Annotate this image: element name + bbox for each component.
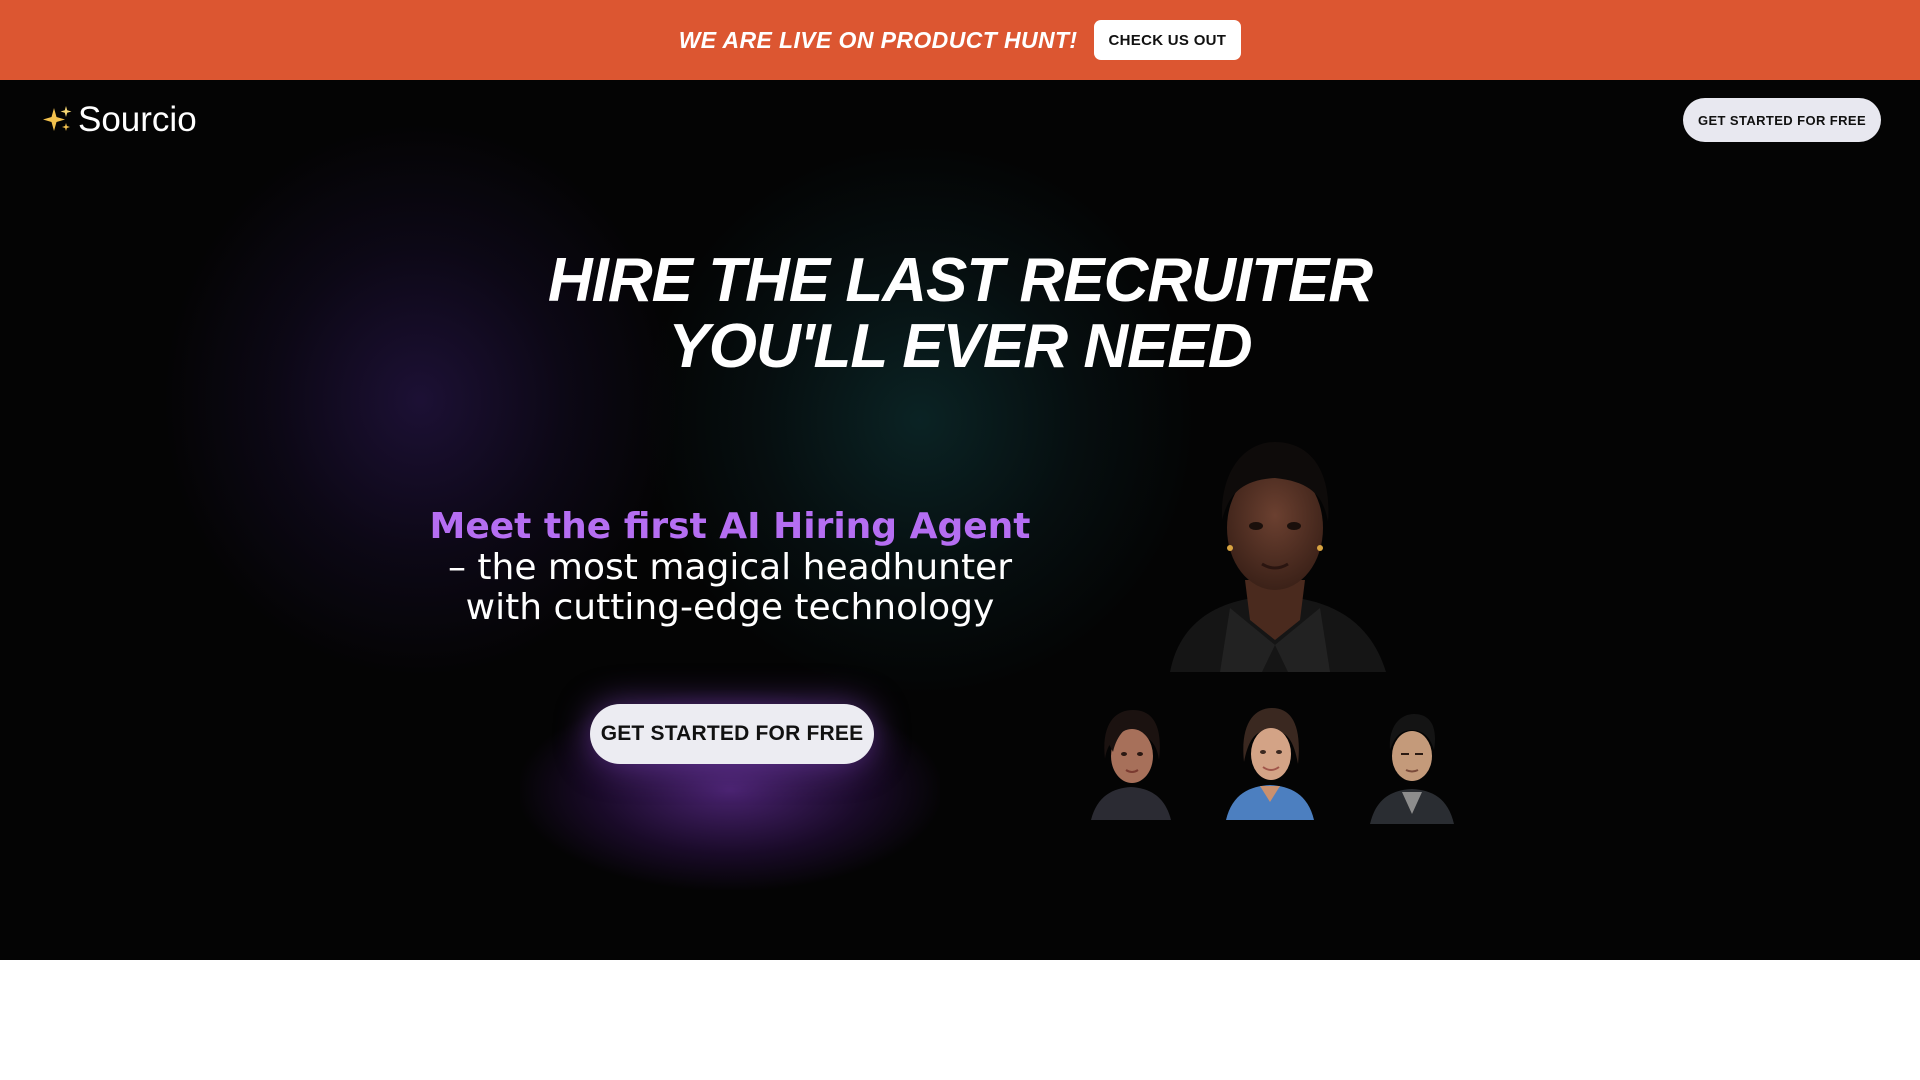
subheadline-accent: Meet the first AI Hiring Agent <box>429 506 1031 547</box>
avatar-man-dark-jacket <box>1370 714 1454 824</box>
headline-line-2: YOU'LL EVER NEED <box>668 312 1252 381</box>
subheadline-line-2: with cutting-edge technology <box>465 587 995 628</box>
logo[interactable]: Sourcio <box>42 100 197 140</box>
logo-text: Sourcio <box>78 100 197 139</box>
sparkles-icon <box>43 106 72 131</box>
top-navigation: Sourcio GET STARTED FOR FREE <box>0 80 1920 160</box>
hero-get-started-button[interactable]: GET STARTED FOR FREE <box>590 704 874 764</box>
announcement-text: WE ARE LIVE ON PRODUCT HUNT! <box>678 26 1078 53</box>
avatar-woman-black-blazer <box>1170 442 1386 672</box>
check-us-out-button[interactable]: CHECK US OUT <box>1093 20 1242 60</box>
hero-subheadline: Meet the first AI Hiring Agent – the mos… <box>380 506 1080 628</box>
subheadline-line-1: – the most magical headhunter <box>447 547 1013 588</box>
avatar-woman-blue-shirt <box>1226 708 1314 820</box>
announcement-bar: WE ARE LIVE ON PRODUCT HUNT! CHECK US OU… <box>0 0 1920 80</box>
avatar-woman-dark-hair <box>1091 710 1171 820</box>
nav-get-started-button[interactable]: GET STARTED FOR FREE <box>1683 98 1881 142</box>
headline-line-1: HIRE THE LAST RECRUITER <box>547 246 1373 315</box>
hero-section: Sourcio GET STARTED FOR FREE HIRE THE LA… <box>0 80 1920 960</box>
hero-headline: HIRE THE LAST RECRUITER YOU'LL EVER NEED <box>0 248 1920 380</box>
